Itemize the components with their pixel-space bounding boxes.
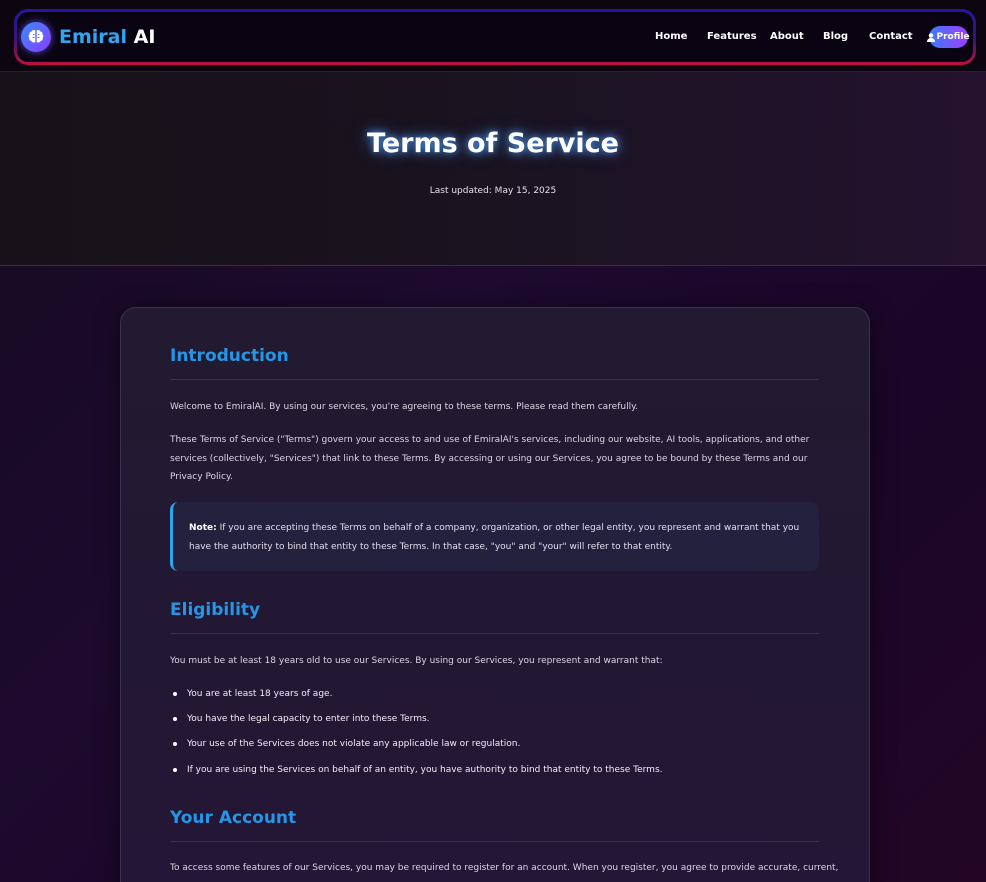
user-icon xyxy=(927,32,936,42)
intro-paragraph-2: These Terms of Service ("Terms") govern … xyxy=(170,435,810,482)
brand-part2: AI xyxy=(133,26,156,48)
heading-introduction: Introduction xyxy=(170,346,289,366)
list-bullet xyxy=(173,717,177,721)
note-label: Note: xyxy=(189,523,217,533)
divider xyxy=(170,633,819,634)
page-title: Terms of Service xyxy=(366,128,619,159)
nav-about[interactable]: About xyxy=(770,31,804,42)
list-item: You have the legal capacity to enter int… xyxy=(187,714,430,724)
heading-eligibility: Eligibility xyxy=(170,600,261,620)
list-bullet xyxy=(173,692,177,696)
last-updated: Last updated: May 15, 2025 xyxy=(429,186,557,196)
account-paragraph: To access some features of our Services,… xyxy=(170,863,839,873)
nav-contact[interactable]: Contact xyxy=(869,31,913,42)
eligibility-paragraph: You must be at least 18 years old to use… xyxy=(170,656,663,666)
heading-your-account: Your Account xyxy=(170,808,297,828)
profile-button[interactable]: Profile xyxy=(927,26,970,48)
nav-features[interactable]: Features xyxy=(707,31,757,42)
brand-part1: Emiral xyxy=(59,26,127,48)
list-item: Your use of the Services does not violat… xyxy=(187,739,521,749)
list-bullet xyxy=(173,742,177,746)
list-item: You are at least 18 years of age. xyxy=(187,689,333,699)
content-card xyxy=(120,307,870,882)
hero-section xyxy=(0,72,986,266)
nav-blog[interactable]: Blog xyxy=(823,31,848,42)
list-item: If you are using the Services on behalf … xyxy=(187,765,663,775)
divider xyxy=(170,379,819,380)
list-bullet xyxy=(173,768,177,772)
profile-label: Profile xyxy=(936,32,970,42)
brain-icon[interactable] xyxy=(21,22,51,52)
brand-name[interactable]: Emiral AI xyxy=(59,26,155,48)
note-body: If you are accepting these Terms on beha… xyxy=(189,523,800,552)
divider xyxy=(170,841,819,842)
nav-home[interactable]: Home xyxy=(655,31,687,42)
note-text: Note: If you are accepting these Terms o… xyxy=(189,519,809,556)
intro-paragraph-1: Welcome to EmiralAI. By using our servic… xyxy=(170,402,638,412)
